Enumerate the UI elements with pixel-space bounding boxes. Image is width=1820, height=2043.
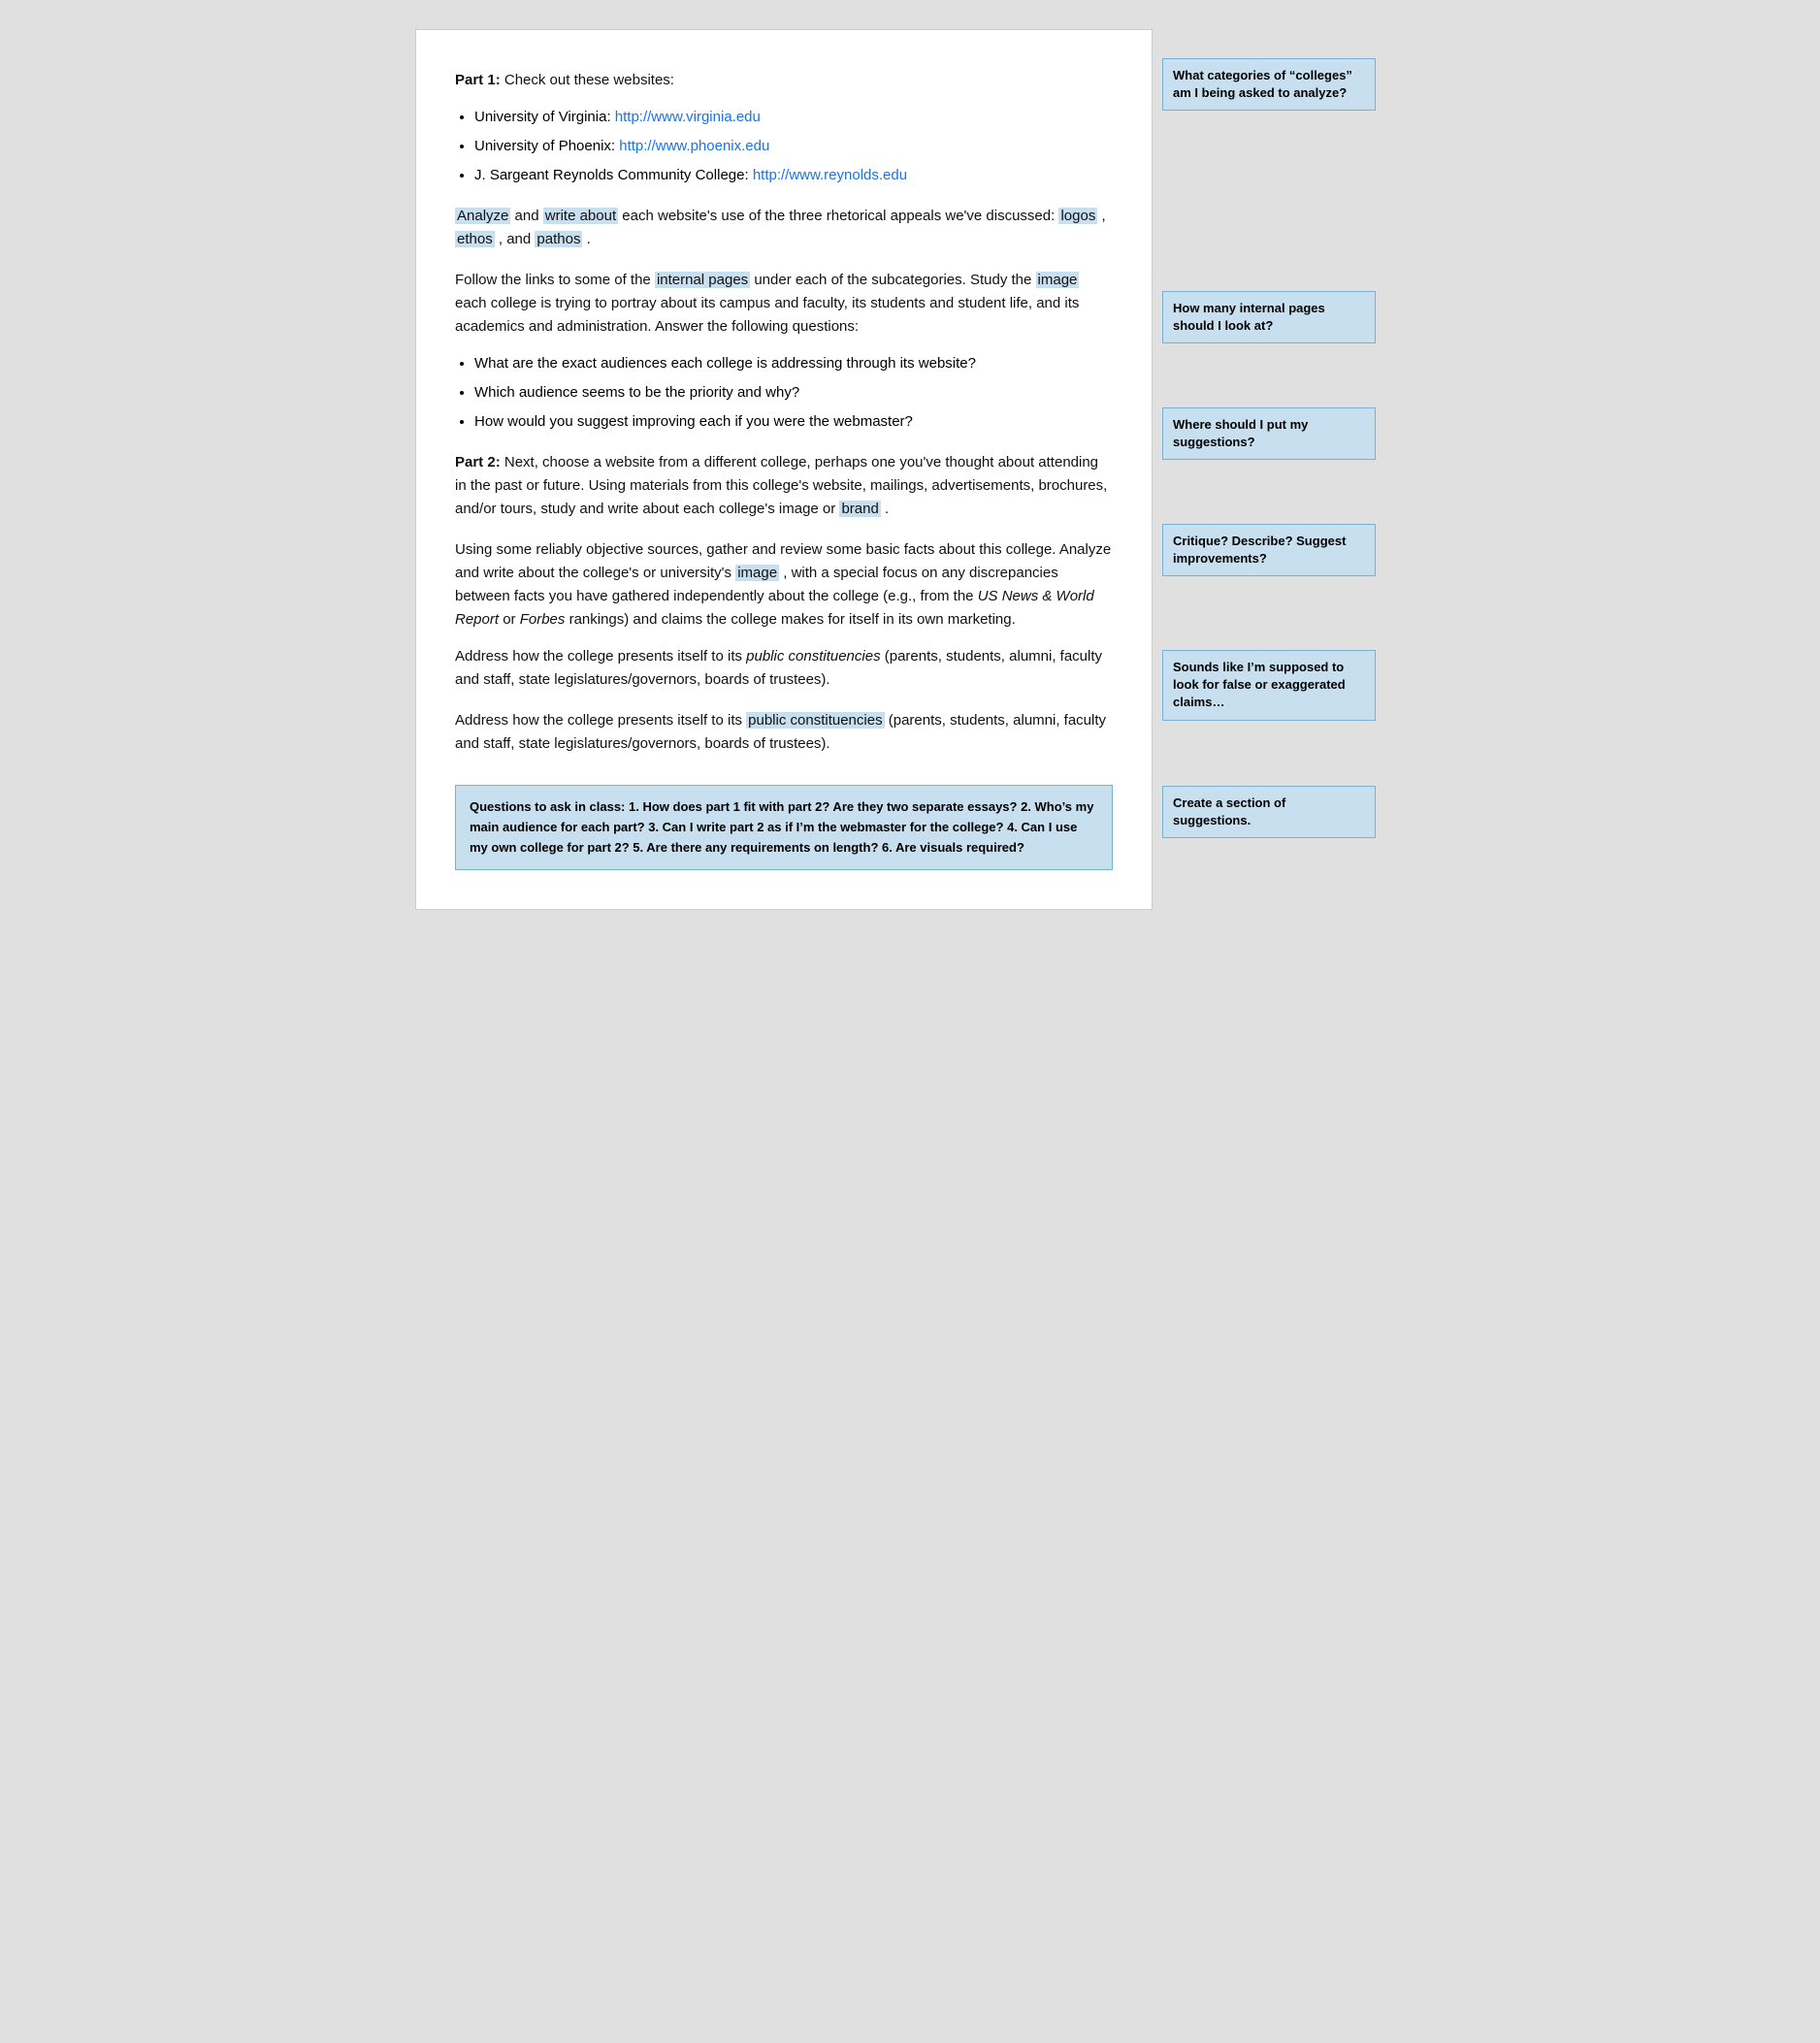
annotation-categories: What categories of “colleges” am I being…: [1162, 58, 1376, 111]
part1-intro: Part 1: Check out these websites:: [455, 69, 1113, 92]
annotation-critique: Critique? Describe? Suggest improvements…: [1162, 524, 1376, 576]
part1-label: Part 1:: [455, 72, 501, 88]
internal-pages-highlight: internal pages: [655, 272, 750, 288]
part2-text: Next, choose a website from a different …: [455, 454, 1107, 517]
analyze-para: Analyze and write about each website's u…: [455, 205, 1113, 251]
analyze-word: Analyze: [455, 208, 510, 224]
questions-list: What are the exact audiences each colleg…: [474, 352, 1113, 434]
question-item-1: What are the exact audiences each colleg…: [474, 352, 1113, 375]
public-constituencies-highlight: public constituencies: [746, 712, 884, 729]
main-content: Part 1: Check out these websites: Univer…: [415, 29, 1153, 910]
question-item-2: Which audience seems to be the priority …: [474, 381, 1113, 405]
follow-section: Follow the links to some of the internal…: [455, 269, 1113, 434]
part2-end: .: [885, 501, 889, 517]
page-container: Part 1: Check out these websites: Univer…: [415, 29, 1405, 910]
brand-highlight: brand: [839, 501, 880, 517]
and-write-about: and: [515, 208, 543, 224]
link-item-1: University of Virginia: http://www.virgi…: [474, 106, 1113, 129]
link-item-2: University of Phoenix: http://www.phoeni…: [474, 135, 1113, 158]
annotation-suggestions-text: Where should I put my suggestions?: [1173, 417, 1308, 449]
pathos-highlight: pathos: [535, 231, 582, 247]
part2-section: Part 2: Next, choose a website from a di…: [455, 451, 1113, 521]
period1: .: [587, 231, 591, 247]
annotation-internal-pages: How many internal pages should I look at…: [1162, 291, 1376, 343]
annotation-false-claims-text: Sounds like I’m supposed to look for fal…: [1173, 660, 1346, 709]
questions-box: Questions to ask in class: 1. How does p…: [455, 785, 1113, 870]
image-highlight-1: image: [1036, 272, 1080, 288]
analyze-rest: each website's use of the three rhetoric…: [622, 208, 1058, 224]
forbes-italic: Forbes: [520, 611, 566, 628]
annotation-false-claims: Sounds like I’m supposed to look for fal…: [1162, 650, 1376, 721]
address-para-2: Address how the college presents itself …: [455, 709, 1113, 756]
address-section-2: Address how the college presents itself …: [455, 709, 1113, 756]
link-prefix-3: J. Sargeant Reynolds Community College:: [474, 167, 753, 183]
address-para-1: Address how the college presents itself …: [455, 645, 1113, 692]
using-para: Using some reliably objective sources, g…: [455, 538, 1113, 632]
annotation-create-section: Create a section of suggestions.: [1162, 786, 1376, 838]
part2-para: Part 2: Next, choose a website from a di…: [455, 451, 1113, 521]
analyze-section: Analyze and write about each website's u…: [455, 205, 1113, 251]
comma2: , and: [499, 231, 536, 247]
link-url-1[interactable]: http://www.virginia.edu: [615, 109, 761, 125]
link-prefix-1: University of Virginia:: [474, 109, 615, 125]
annotation-suggestions: Where should I put my suggestions?: [1162, 407, 1376, 460]
write-about-highlight: write about: [543, 208, 618, 224]
link-item-3: J. Sargeant Reynolds Community College: …: [474, 164, 1113, 187]
part2-label: Part 2:: [455, 454, 501, 470]
annotation-categories-text: What categories of “colleges” am I being…: [1173, 68, 1352, 100]
annotation-internal-pages-text: How many internal pages should I look at…: [1173, 301, 1325, 333]
logos-highlight: logos: [1058, 208, 1097, 224]
public-constituencies-italic-1: public constituencies: [746, 648, 880, 665]
link-url-3[interactable]: http://www.reynolds.edu: [753, 167, 907, 183]
questions-box-text: Questions to ask in class: 1. How does p…: [470, 799, 1093, 855]
part1-intro-text: Check out these websites:: [504, 72, 674, 88]
links-list: University of Virginia: http://www.virgi…: [474, 106, 1113, 187]
using-section: Using some reliably objective sources, g…: [455, 538, 1113, 692]
follow-para: Follow the links to some of the internal…: [455, 269, 1113, 339]
annotation-critique-text: Critique? Describe? Suggest improvements…: [1173, 534, 1346, 566]
part1-section: Part 1: Check out these websites: Univer…: [455, 69, 1113, 187]
link-prefix-2: University of Phoenix:: [474, 138, 619, 154]
question-item-3: How would you suggest improving each if …: [474, 410, 1113, 434]
image-highlight-2: image: [735, 565, 779, 581]
ethos-highlight: ethos: [455, 231, 495, 247]
link-url-2[interactable]: http://www.phoenix.edu: [619, 138, 769, 154]
comma1: ,: [1101, 208, 1105, 224]
annotation-create-section-text: Create a section of suggestions.: [1173, 795, 1285, 827]
